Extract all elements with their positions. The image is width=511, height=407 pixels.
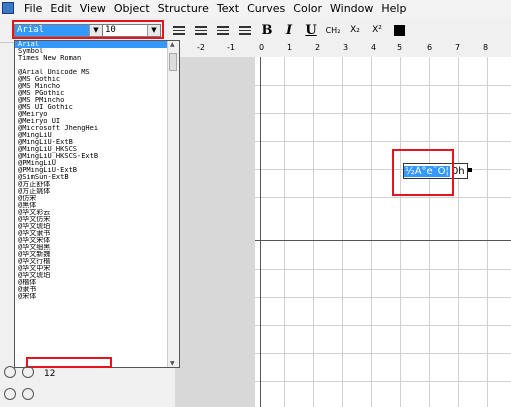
font-option[interactable]: @华文彩云 xyxy=(15,209,168,216)
font-option[interactable]: @MS PMincho xyxy=(15,97,168,104)
align-left-button[interactable] xyxy=(168,22,190,38)
align-justify-icon xyxy=(239,25,251,35)
font-option[interactable]: @方正舒体 xyxy=(15,181,168,188)
font-option[interactable]: @MS Mincho xyxy=(15,83,168,90)
resize-handle[interactable] xyxy=(468,168,472,172)
font-option[interactable] xyxy=(15,62,168,69)
menubar: File Edit View Object Structure Text Cur… xyxy=(0,0,511,17)
chemical-format-button[interactable]: CH₂ xyxy=(322,22,344,38)
font-option[interactable]: @华文宋体 xyxy=(15,237,168,244)
circle-tool-icon[interactable] xyxy=(4,388,16,400)
y-axis-line xyxy=(260,57,261,407)
bold-button[interactable]: B xyxy=(256,22,278,38)
menu-list: File Edit View Object Structure Text Cur… xyxy=(20,2,410,15)
format-buttons: B I U CH₂ X₂ X² xyxy=(168,22,410,38)
align-center-button[interactable] xyxy=(190,22,212,38)
x-axis-line xyxy=(255,240,511,241)
menu-object[interactable]: Object xyxy=(110,2,154,15)
ruler-tick: 0 xyxy=(259,43,265,52)
ruler-tick: 1 xyxy=(287,43,293,52)
font-option[interactable]: @MS PGothic xyxy=(15,90,168,97)
color-swatch-icon xyxy=(393,24,405,36)
ruler-tick: 2 xyxy=(315,43,321,52)
menu-curves[interactable]: Curves xyxy=(243,2,289,15)
font-dropdown-list[interactable]: Arial Symbol Times New Roman @Arial Unicode… xyxy=(14,40,180,368)
scroll-down-icon[interactable]: ▼ xyxy=(170,360,175,367)
font-option[interactable]: @方正姚体 xyxy=(15,188,168,195)
drawing-canvas[interactable] xyxy=(255,57,511,407)
ruler-tick: 6 xyxy=(427,43,433,52)
font-option[interactable]: @华文仿宋 xyxy=(15,216,168,223)
font-option[interactable]: @华文琥珀 xyxy=(15,223,168,230)
font-option[interactable]: Arial xyxy=(15,41,168,48)
menu-window[interactable]: Window xyxy=(326,2,377,15)
highlight-font-controls xyxy=(12,20,164,39)
menu-help[interactable]: Help xyxy=(377,2,410,15)
subscript-button[interactable]: X₂ xyxy=(344,22,366,38)
font-option[interactable]: @宋体 xyxy=(15,293,168,300)
circle-tool-icon[interactable] xyxy=(22,388,34,400)
font-option[interactable]: @华文行楷 xyxy=(15,258,168,265)
font-option[interactable]: @MingLiU_HKSCS-ExtB xyxy=(15,153,168,160)
font-option[interactable]: @Microsoft JhengHei xyxy=(15,125,168,132)
bottom-tools: 12 xyxy=(0,360,60,407)
circle-tool-icon[interactable] xyxy=(4,366,16,378)
font-option[interactable]: @MS UI Gothic xyxy=(15,104,168,111)
font-option[interactable]: @华文中宋 xyxy=(15,265,168,272)
font-option[interactable]: @MS Gothic xyxy=(15,76,168,83)
ruler-tick: -1 xyxy=(227,43,235,52)
menu-view[interactable]: View xyxy=(76,2,110,15)
scroll-up-icon[interactable]: ▲ xyxy=(170,41,175,48)
align-left-icon xyxy=(173,25,185,35)
superscript-button[interactable]: X² xyxy=(366,22,388,38)
ruler-tick: 7 xyxy=(455,43,461,52)
font-option[interactable]: @黑体 xyxy=(15,202,168,209)
scroll-thumb[interactable] xyxy=(169,53,177,71)
font-option[interactable]: @Meiryo UI xyxy=(15,118,168,125)
font-option[interactable]: Symbol xyxy=(15,48,168,55)
align-justify-button[interactable] xyxy=(234,22,256,38)
ruler-tick: 8 xyxy=(483,43,489,52)
align-right-icon xyxy=(217,25,229,35)
font-option[interactable]: @MingLiU xyxy=(15,132,168,139)
menu-edit[interactable]: Edit xyxy=(46,2,75,15)
font-option[interactable]: @SimSun-ExtB xyxy=(15,174,168,181)
font-option[interactable]: @Meiryo xyxy=(15,111,168,118)
menu-structure[interactable]: Structure xyxy=(154,2,213,15)
italic-button[interactable]: I xyxy=(278,22,300,38)
underline-button[interactable]: U xyxy=(300,22,322,38)
ruler-tick: 4 xyxy=(371,43,377,52)
font-option[interactable]: @仿宋 xyxy=(15,195,168,202)
dropdown-scrollbar[interactable]: ▲ ▼ xyxy=(167,41,179,367)
tool-number: 12 xyxy=(44,369,56,379)
ruler-tick: -2 xyxy=(197,43,205,52)
text-color-button[interactable] xyxy=(388,22,410,38)
circle-tool-icon[interactable] xyxy=(22,366,34,378)
align-right-button[interactable] xyxy=(212,22,234,38)
ruler-tick: 5 xyxy=(397,43,403,52)
app-icon[interactable] xyxy=(2,2,14,14)
font-option[interactable]: @PMingLiU-ExtB xyxy=(15,167,168,174)
font-option[interactable]: @MingLiU-ExtB xyxy=(15,139,168,146)
menu-text[interactable]: Text xyxy=(213,2,243,15)
menu-file[interactable]: File xyxy=(20,2,46,15)
highlight-text-object xyxy=(392,149,454,196)
font-option[interactable]: @华文细黑 xyxy=(15,244,168,251)
menu-color[interactable]: Color xyxy=(289,2,326,15)
ruler-tick: 3 xyxy=(343,43,349,52)
font-options: Arial Symbol Times New Roman @Arial Unicode… xyxy=(15,41,179,300)
font-option[interactable]: @Arial Unicode MS xyxy=(15,69,168,76)
font-option[interactable]: @楷体 xyxy=(15,279,168,286)
canvas-margin xyxy=(175,57,255,407)
font-option[interactable]: @华文隶书 xyxy=(15,230,168,237)
font-option[interactable]: @华文琥珀 xyxy=(15,272,168,279)
font-option[interactable]: @隶书 xyxy=(15,286,168,293)
font-option[interactable]: @MingLiU_HKSCS xyxy=(15,146,168,153)
font-option[interactable]: @华文新魏 xyxy=(15,251,168,258)
horizontal-ruler: -2 -1 0 1 2 3 4 5 6 7 8 xyxy=(175,42,511,58)
font-option[interactable]: Times New Roman xyxy=(15,55,168,62)
font-option[interactable]: @PMingLiU xyxy=(15,160,168,167)
align-center-icon xyxy=(195,25,207,35)
